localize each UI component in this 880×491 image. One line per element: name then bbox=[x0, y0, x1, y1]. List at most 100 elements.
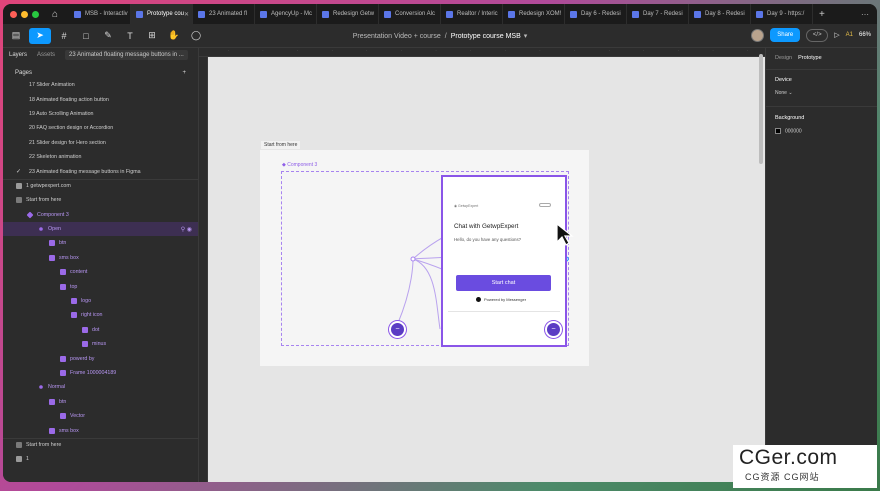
ruler-tick: · bbox=[227, 48, 229, 53]
layer-item[interactable]: Start from here bbox=[3, 193, 198, 207]
file-name[interactable]: Prototype course MSB bbox=[451, 33, 521, 40]
layer-item[interactable]: Open ⚲ ◉ bbox=[3, 221, 198, 237]
messenger-fab-normal[interactable]: ~ bbox=[389, 321, 406, 338]
layer-item[interactable]: Start from here bbox=[3, 437, 198, 452]
tab-0[interactable]: MSB - Interactiv bbox=[69, 4, 131, 24]
home-icon[interactable]: ⌂ bbox=[47, 9, 63, 20]
avatar[interactable] bbox=[751, 28, 765, 42]
shape-tool-icon[interactable]: □ bbox=[77, 28, 95, 44]
page-item[interactable]: 18 Animated floating action button bbox=[3, 92, 198, 106]
tab-8[interactable]: Day 6 - Redesi bbox=[565, 4, 627, 24]
page-item[interactable]: 17 Slider Animation bbox=[3, 78, 198, 92]
layer-item[interactable]: logo bbox=[3, 294, 198, 308]
share-button[interactable]: Share bbox=[770, 28, 801, 42]
pen-tool-icon[interactable]: ✎ bbox=[99, 28, 117, 44]
frame-icon bbox=[60, 283, 66, 290]
left-panel: Layers Assets 23 Animated floating messa… bbox=[3, 48, 199, 482]
tab-2[interactable]: 23 Animated fl bbox=[193, 4, 255, 24]
layer-item[interactable]: content bbox=[3, 265, 198, 279]
messenger-logo-icon bbox=[476, 297, 481, 302]
move-tool-icon[interactable]: ➤ bbox=[29, 27, 51, 44]
background-label: Background bbox=[775, 115, 805, 121]
layer-item[interactable]: sms box bbox=[3, 423, 198, 437]
new-tab-icon[interactable]: + bbox=[819, 9, 825, 20]
main-menu-icon[interactable]: ▤ bbox=[7, 28, 25, 44]
layer-item[interactable]: dot bbox=[3, 323, 198, 337]
page-item[interactable]: ✓ 23 Animated floating message buttons in… bbox=[3, 164, 198, 178]
background-value[interactable]: 000000 bbox=[785, 128, 802, 134]
start-chat-button[interactable]: Start chat bbox=[456, 275, 551, 291]
frame-tool-icon[interactable]: # bbox=[55, 28, 73, 44]
device-select[interactable]: None ⌄ bbox=[766, 90, 877, 96]
tab-6[interactable]: Realtor / Interic bbox=[441, 4, 503, 24]
layer-label: powerd by bbox=[70, 355, 95, 362]
tab-3[interactable]: AgencyUp - Mc bbox=[255, 4, 317, 24]
close-window-button[interactable] bbox=[10, 10, 17, 18]
zoom-level[interactable]: 66% bbox=[859, 32, 871, 38]
assets-tab[interactable]: Assets bbox=[37, 52, 55, 58]
layer-item[interactable]: sms box bbox=[3, 251, 198, 265]
tab-5[interactable]: Conversion Alc bbox=[379, 4, 441, 24]
visibility-icon[interactable]: ⚲ ◉ bbox=[181, 226, 192, 233]
hand-tool-icon[interactable]: ✋ bbox=[165, 28, 183, 44]
frame-icon bbox=[49, 398, 55, 405]
tab-1[interactable]: Prototype cou ✕ bbox=[131, 4, 193, 24]
tab-10[interactable]: Day 8 - Redesi bbox=[689, 4, 751, 24]
close-tab-icon[interactable]: ✕ bbox=[184, 11, 189, 18]
more-icon[interactable]: ⋯ bbox=[861, 10, 877, 19]
page-item[interactable]: 22 Skeleton animation bbox=[3, 150, 198, 164]
layer-item[interactable]: minus bbox=[3, 337, 198, 351]
chevron-down-icon[interactable]: ▾ bbox=[524, 32, 528, 40]
dev-mode-toggle[interactable]: </> bbox=[806, 28, 829, 42]
layer-item[interactable]: 1 bbox=[3, 452, 198, 466]
toolbar: ▤ ➤ # □ ✎ T ⊞ ✋ ◯ Presentation Video + c… bbox=[3, 24, 877, 48]
layers-tab[interactable]: Layers bbox=[9, 52, 27, 58]
page-selector[interactable]: 23 Animated floating message buttons in … bbox=[65, 50, 188, 60]
canvas-scrollbar[interactable] bbox=[759, 54, 763, 164]
layer-item[interactable]: top bbox=[3, 279, 198, 293]
layer-item[interactable]: Component 3 bbox=[3, 208, 198, 222]
comment-tool-icon[interactable]: ◯ bbox=[187, 28, 205, 44]
tab-label: Day 6 - Redesi bbox=[581, 11, 621, 17]
prototype-tab[interactable]: Prototype bbox=[798, 55, 822, 61]
page-item[interactable]: 20 FAQ section design or Accordion bbox=[3, 121, 198, 135]
tab-7[interactable]: Redesign XOM! bbox=[503, 4, 565, 24]
ruler-tick: · bbox=[331, 48, 333, 53]
layer-item[interactable]: right icon bbox=[3, 308, 198, 322]
page-item[interactable]: 21 Slider design for Hero section bbox=[3, 136, 198, 150]
connection-node[interactable] bbox=[410, 256, 416, 262]
tab-11[interactable]: Day 9 - https:/ bbox=[751, 4, 813, 24]
minimize-window-button[interactable] bbox=[21, 10, 28, 18]
add-page-icon[interactable]: + bbox=[182, 70, 186, 76]
layer-item[interactable]: Frame 1000004189 bbox=[3, 366, 198, 380]
ruler-tick: · bbox=[608, 48, 610, 53]
layer-item[interactable]: powerd by bbox=[3, 351, 198, 365]
watermark-subtitle: CG资源 CG网站 bbox=[745, 472, 820, 482]
layer-item[interactable]: 1 getwpexpert.com bbox=[3, 178, 198, 193]
maximize-window-button[interactable] bbox=[32, 10, 39, 18]
page-item[interactable]: 19 Auto Scrolling Animation bbox=[3, 107, 198, 121]
chat-box-open-variant[interactable] bbox=[441, 175, 567, 347]
page-label: 20 FAQ section design or Accordion bbox=[29, 125, 114, 132]
canvas[interactable]: Start from here ◆ Component 3 ◉ GetwpExp… bbox=[208, 57, 765, 482]
watermark-title: CGer.com bbox=[739, 446, 838, 469]
frame-icon bbox=[49, 240, 55, 247]
ai-label[interactable]: A1 bbox=[846, 32, 853, 38]
design-tab[interactable]: Design bbox=[775, 55, 792, 61]
tab-4[interactable]: Redesign Getw bbox=[317, 4, 379, 24]
toolbar-right: Share </> ▷ A1 66% bbox=[751, 28, 871, 42]
tab-9[interactable]: Day 7 - Redesi bbox=[627, 4, 689, 24]
text-tool-icon[interactable]: T bbox=[121, 28, 139, 44]
project-name[interactable]: Presentation Video + course bbox=[353, 33, 441, 40]
background-field[interactable]: 000000 bbox=[766, 128, 877, 134]
background-swatch[interactable] bbox=[775, 128, 781, 134]
minus-icon[interactable] bbox=[539, 203, 551, 207]
layer-item[interactable]: btn bbox=[3, 236, 198, 250]
layer-item[interactable]: btn bbox=[3, 395, 198, 409]
messenger-fab-open[interactable]: ~ bbox=[545, 321, 562, 338]
layer-item[interactable]: Normal bbox=[3, 380, 198, 394]
frame-icon bbox=[16, 442, 22, 449]
play-icon[interactable]: ▷ bbox=[834, 31, 839, 39]
layer-item[interactable]: Vector bbox=[3, 409, 198, 423]
resources-icon[interactable]: ⊞ bbox=[143, 28, 161, 44]
